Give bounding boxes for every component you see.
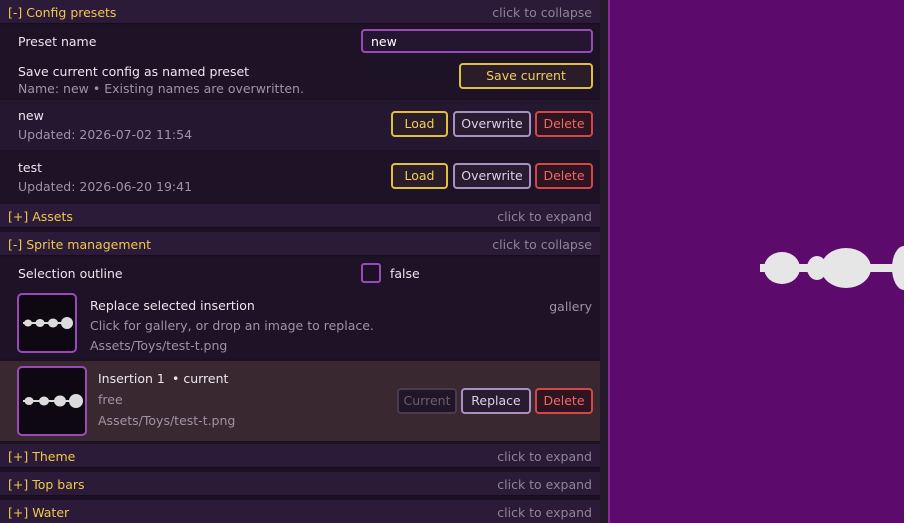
selection-outline-row: Selection outline false bbox=[0, 258, 600, 288]
replace-button[interactable]: Replace bbox=[461, 388, 531, 414]
replace-desc: Click for gallery, or drop an image to r… bbox=[90, 318, 374, 333]
section-hint: click to expand bbox=[497, 449, 592, 464]
save-current-button[interactable]: Save current bbox=[459, 63, 593, 89]
selection-outline-label: Selection outline bbox=[18, 266, 123, 281]
selection-outline-value: false bbox=[390, 266, 420, 281]
preset-name-input[interactable] bbox=[361, 29, 593, 53]
load-button[interactable]: Load bbox=[391, 163, 448, 189]
game-viewport[interactable] bbox=[610, 0, 904, 523]
insertion-thumbnail[interactable] bbox=[17, 366, 87, 436]
section-header-theme[interactable]: [+] Theme click to expand bbox=[0, 444, 600, 468]
save-current-sub: Name: new • Existing names are overwritt… bbox=[18, 81, 304, 96]
section-header-sprite-management[interactable]: [-] Sprite management click to collapse bbox=[0, 232, 600, 256]
section-hint: click to expand bbox=[497, 209, 592, 224]
section-title: [+] Top bars bbox=[8, 477, 85, 492]
load-button[interactable]: Load bbox=[391, 111, 448, 137]
sprite-preview-icon bbox=[23, 394, 83, 408]
section-hint: click to expand bbox=[497, 477, 592, 492]
section-header-top-bars[interactable]: [+] Top bars click to expand bbox=[0, 472, 600, 496]
section-title: [-] Sprite management bbox=[8, 237, 152, 252]
overwrite-button[interactable]: Overwrite bbox=[453, 163, 531, 189]
replace-title: Replace selected insertion bbox=[90, 298, 255, 313]
panel-divider[interactable] bbox=[600, 0, 610, 523]
preset-updated: Updated: 2026-07-02 11:54 bbox=[18, 127, 193, 142]
section-hint: click to expand bbox=[497, 505, 592, 520]
delete-button[interactable]: Delete bbox=[535, 388, 593, 414]
section-hint: click to collapse bbox=[492, 237, 592, 252]
current-button: Current bbox=[397, 388, 457, 414]
preset-name-label: Preset name bbox=[18, 34, 97, 49]
delete-button[interactable]: Delete bbox=[535, 111, 593, 137]
section-title: [+] Water bbox=[8, 505, 70, 520]
section-title: [-] Config presets bbox=[8, 5, 117, 20]
preset-name: test bbox=[18, 160, 43, 175]
sprite-in-scene[interactable] bbox=[610, 0, 904, 523]
section-header-assets[interactable]: [+] Assets click to expand bbox=[0, 204, 600, 228]
section-hint: click to collapse bbox=[492, 5, 592, 20]
insertion-current-badge: • current bbox=[172, 371, 229, 386]
section-header-config-presets[interactable]: [-] Config presets click to collapse bbox=[0, 0, 600, 24]
gallery-link[interactable]: gallery bbox=[549, 299, 592, 314]
replace-path: Assets/Toys/test-t.png bbox=[90, 338, 228, 353]
section-title: [+] Theme bbox=[8, 449, 76, 464]
overwrite-button[interactable]: Overwrite bbox=[453, 111, 531, 137]
selection-outline-checkbox[interactable] bbox=[361, 263, 381, 283]
sprite-thumbnail[interactable] bbox=[17, 293, 77, 353]
sprite-preview-icon bbox=[23, 317, 73, 329]
insertion-path: Assets/Toys/test-t.png bbox=[98, 413, 236, 428]
replace-insertion-row[interactable]: Replace selected insertion Click for gal… bbox=[0, 288, 600, 358]
settings-panel: [-] Config presets click to collapse Pre… bbox=[0, 0, 600, 523]
preset-name: new bbox=[18, 108, 44, 123]
insertion-mode: free bbox=[98, 392, 123, 407]
section-title: [+] Assets bbox=[8, 209, 73, 224]
delete-button[interactable]: Delete bbox=[535, 163, 593, 189]
section-header-water[interactable]: [+] Water click to expand bbox=[0, 500, 600, 523]
insertion-title: Insertion 1 bbox=[98, 371, 165, 386]
save-current-label: Save current config as named preset bbox=[18, 64, 250, 79]
preset-updated: Updated: 2026-06-20 19:41 bbox=[18, 179, 193, 194]
